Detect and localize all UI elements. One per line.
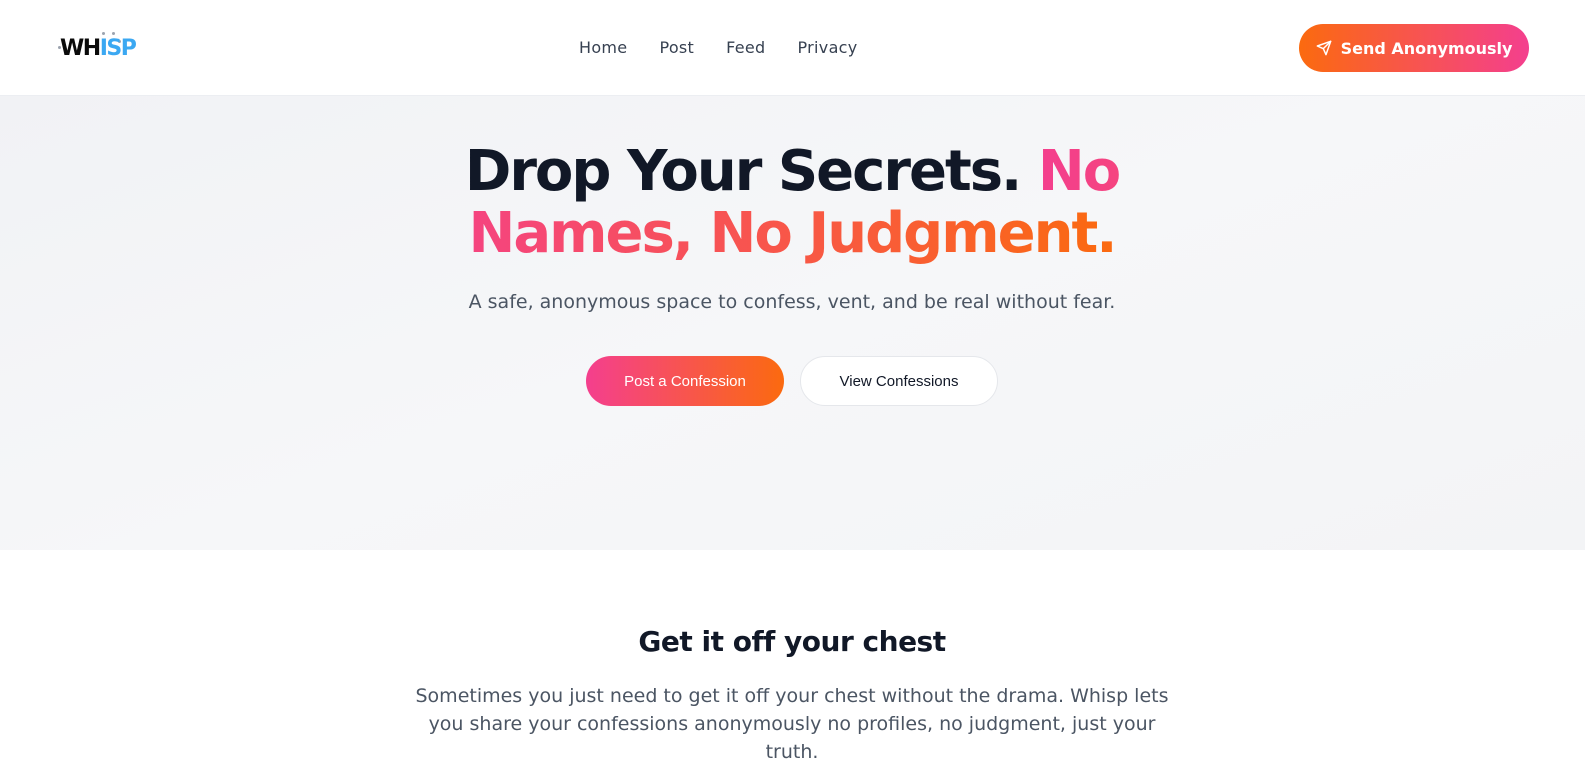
nav-link-privacy[interactable]: Privacy bbox=[798, 36, 858, 60]
nav-link-home[interactable]: Home bbox=[579, 36, 627, 60]
hero-subtitle: A safe, anonymous space to confess, vent… bbox=[468, 291, 1116, 313]
send-anonymously-label: Send Anonymously bbox=[1340, 38, 1513, 58]
section-body: Sometimes you just need to get it off yo… bbox=[415, 685, 1169, 763]
post-confession-button[interactable]: Post a Confession bbox=[586, 356, 784, 406]
logo-spark-icon bbox=[102, 32, 105, 35]
logo-spark-icon bbox=[112, 32, 115, 35]
nav-link-feed[interactable]: Feed bbox=[726, 36, 765, 60]
send-icon bbox=[1316, 40, 1331, 56]
hero-title-plain: Drop Your Secrets. bbox=[464, 139, 1038, 204]
logo[interactable]: WHISP bbox=[56, 30, 137, 66]
logo-text-part1: WH bbox=[60, 36, 101, 61]
intro-section: Get it off your chest Sometimes you just… bbox=[0, 550, 1585, 763]
nav-links: Home Post Feed Privacy bbox=[579, 36, 890, 60]
hero-section: Drop Your Secrets. No Names, No Judgment… bbox=[0, 96, 1585, 550]
logo-text: WHISP bbox=[60, 36, 137, 62]
view-confessions-button[interactable]: View Confessions bbox=[800, 356, 998, 406]
navbar: WHISP Home Post Feed Privacy Send Anonym… bbox=[0, 0, 1585, 96]
send-anonymously-button[interactable]: Send Anonymously bbox=[1299, 24, 1529, 72]
logo-text-part2: ISP bbox=[99, 36, 137, 61]
nav-link-post[interactable]: Post bbox=[659, 36, 694, 60]
hero-title: Drop Your Secrets. No Names, No Judgment… bbox=[392, 141, 1192, 265]
section-title: Get it off your chest bbox=[638, 625, 946, 658]
